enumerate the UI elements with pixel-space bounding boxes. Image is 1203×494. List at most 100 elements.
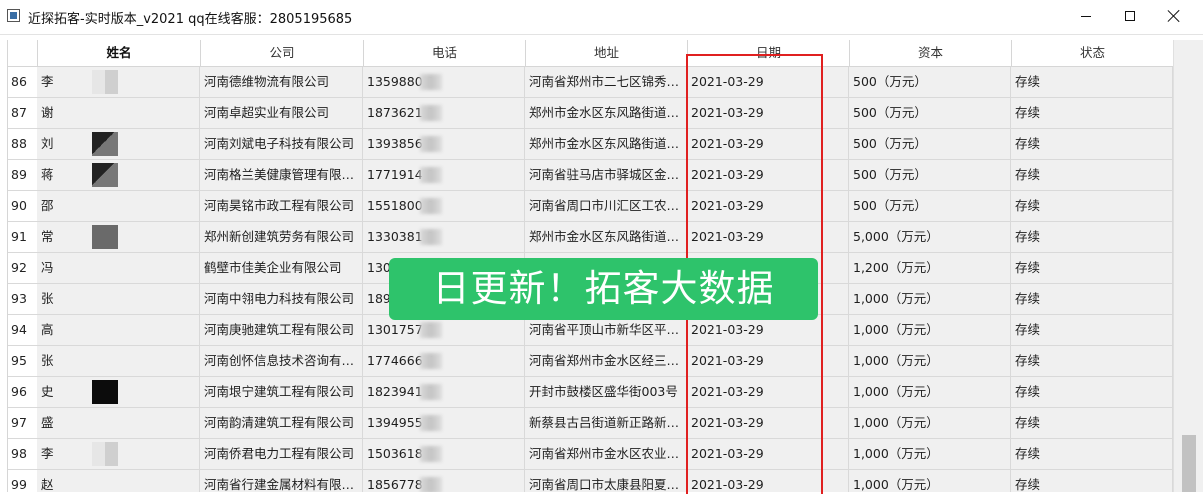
cell-name[interactable]: 刘	[37, 129, 200, 159]
cell-address[interactable]: 河南省驻马店市驿城区金顶...	[525, 160, 687, 190]
cell-address[interactable]: 郑州市金水区东风路街道文...	[525, 98, 687, 128]
cell-name[interactable]: 张	[37, 346, 200, 376]
table-row[interactable]: 91 常 郑州新创建筑劳务有限公司 1330381 3 郑州市金水区东风路街道文... 2…	[8, 222, 1173, 253]
table-row[interactable]: 95 张 河南创怀信息技术咨询有限... 1774666 4 河南省郑州市金水区经三北.…	[8, 346, 1173, 377]
cell-name[interactable]: 谢	[37, 98, 200, 128]
scrollbar-thumb[interactable]	[1182, 435, 1196, 492]
column-header-capital[interactable]: 资本	[850, 40, 1012, 66]
cell-status[interactable]: 存续	[1011, 377, 1173, 407]
cell-phone[interactable]: 1856778 3	[363, 470, 525, 492]
column-header-address[interactable]: 地址	[526, 40, 688, 66]
table-row[interactable]: 90 邵 河南昊铭市政工程有限公司 1551800 9 河南省周口市川汇区工农路... 2…	[8, 191, 1173, 222]
cell-company[interactable]: 河南刘斌电子科技有限公司	[200, 129, 363, 159]
cell-date[interactable]: 2021-03-29	[687, 439, 849, 469]
table-row[interactable]: 86 李 河南德维物流有限公司 1359880 1 河南省郑州市二七区锦秀街... 202…	[8, 67, 1173, 98]
cell-date[interactable]: 2021-03-29	[687, 191, 849, 221]
cell-status[interactable]: 存续	[1011, 470, 1173, 492]
cell-address[interactable]: 河南省周口市太康县阳夏路...	[525, 470, 687, 492]
column-header-name[interactable]: 姓名	[38, 40, 201, 66]
cell-date[interactable]: 2021-03-29	[687, 67, 849, 97]
cell-name[interactable]: 常	[37, 222, 200, 252]
cell-name[interactable]: 邵	[37, 191, 200, 221]
cell-name[interactable]: 李	[37, 67, 200, 97]
cell-name[interactable]: 冯	[37, 253, 200, 283]
cell-status[interactable]: 存续	[1011, 67, 1173, 97]
cell-status[interactable]: 存续	[1011, 408, 1173, 438]
cell-phone[interactable]: 1503618 6	[363, 439, 525, 469]
cell-status[interactable]: 存续	[1011, 284, 1173, 314]
cell-capital[interactable]: 500（万元）	[849, 67, 1011, 97]
cell-phone[interactable]: 1873621 2	[363, 98, 525, 128]
cell-phone[interactable]: 1359880 1	[363, 67, 525, 97]
cell-phone[interactable]: 1393856 3	[363, 129, 525, 159]
close-button[interactable]	[1151, 0, 1197, 32]
cell-name[interactable]: 蒋	[37, 160, 200, 190]
table-row[interactable]: 89 蒋 河南格兰美健康管理有限公司 1771914 2 河南省驻马店市驿城区金顶...…	[8, 160, 1173, 191]
cell-status[interactable]: 存续	[1011, 160, 1173, 190]
cell-phone[interactable]: 1823941 1	[363, 377, 525, 407]
cell-address[interactable]: 河南省郑州市金水区经三北...	[525, 346, 687, 376]
cell-capital[interactable]: 1,000（万元）	[849, 284, 1011, 314]
cell-address[interactable]: 开封市鼓楼区盛华街003号	[525, 377, 687, 407]
cell-capital[interactable]: 500（万元）	[849, 129, 1011, 159]
column-header-company[interactable]: 公司	[201, 40, 364, 66]
cell-name[interactable]: 赵	[37, 470, 200, 492]
cell-address[interactable]: 河南省郑州市金水区农业路...	[525, 439, 687, 469]
cell-name[interactable]: 李	[37, 439, 200, 469]
maximize-button[interactable]	[1107, 0, 1153, 32]
cell-company[interactable]: 河南创怀信息技术咨询有限...	[200, 346, 363, 376]
cell-date[interactable]: 2021-03-29	[687, 470, 849, 492]
vertical-scrollbar[interactable]	[1173, 40, 1203, 492]
cell-name[interactable]: 史	[37, 377, 200, 407]
cell-capital[interactable]: 5,000（万元）	[849, 222, 1011, 252]
cell-company[interactable]: 鹤壁市佳美企业有限公司	[200, 253, 363, 283]
cell-capital[interactable]: 1,000（万元）	[849, 346, 1011, 376]
cell-company[interactable]: 河南侨君电力工程有限公司	[200, 439, 363, 469]
cell-date[interactable]: 2021-03-29	[687, 408, 849, 438]
cell-company[interactable]: 河南省行建金属材料有限公司	[200, 470, 363, 492]
table-row[interactable]: 88 刘 河南刘斌电子科技有限公司 1393856 3 郑州市金水区东风路街道文... 2…	[8, 129, 1173, 160]
cell-phone[interactable]: 1774666 4	[363, 346, 525, 376]
cell-name[interactable]: 盛	[37, 408, 200, 438]
cell-phone[interactable]: 1394955 3	[363, 408, 525, 438]
cell-date[interactable]: 2021-03-29	[687, 346, 849, 376]
cell-status[interactable]: 存续	[1011, 439, 1173, 469]
cell-capital[interactable]: 1,000（万元）	[849, 439, 1011, 469]
cell-status[interactable]: 存续	[1011, 222, 1173, 252]
cell-name[interactable]: 张	[37, 284, 200, 314]
column-header-phone[interactable]: 电话	[364, 40, 526, 66]
cell-capital[interactable]: 1,000（万元）	[849, 408, 1011, 438]
cell-company[interactable]: 河南卓超实业有限公司	[200, 98, 363, 128]
cell-company[interactable]: 河南垠宁建筑工程有限公司	[200, 377, 363, 407]
cell-company[interactable]: 河南庚驰建筑工程有限公司	[200, 315, 363, 345]
cell-address[interactable]: 郑州市金水区东风路街道文...	[525, 222, 687, 252]
table-row[interactable]: 87 谢 河南卓超实业有限公司 1873621 2 郑州市金水区东风路街道文... 202…	[8, 98, 1173, 129]
cell-company[interactable]: 河南德维物流有限公司	[200, 67, 363, 97]
cell-phone[interactable]: 1330381 3	[363, 222, 525, 252]
cell-status[interactable]: 存续	[1011, 191, 1173, 221]
table-row[interactable]: 99 赵 河南省行建金属材料有限公司 1856778 3 河南省周口市太康县阳夏路...…	[8, 470, 1173, 492]
cell-address[interactable]: 河南省周口市川汇区工农路...	[525, 191, 687, 221]
table-row[interactable]: 98 李 河南侨君电力工程有限公司 1503618 6 河南省郑州市金水区农业路... 2…	[8, 439, 1173, 470]
cell-address[interactable]: 河南省郑州市二七区锦秀街...	[525, 67, 687, 97]
cell-status[interactable]: 存续	[1011, 315, 1173, 345]
cell-status[interactable]: 存续	[1011, 129, 1173, 159]
column-header-status[interactable]: 状态	[1012, 40, 1173, 66]
cell-status[interactable]: 存续	[1011, 253, 1173, 283]
cell-company[interactable]: 河南格兰美健康管理有限公司	[200, 160, 363, 190]
cell-phone[interactable]: 1771914 2	[363, 160, 525, 190]
cell-capital[interactable]: 1,000（万元）	[849, 377, 1011, 407]
cell-address[interactable]: 新蔡县古吕街道新正路新城...	[525, 408, 687, 438]
cell-phone[interactable]: 1551800 9	[363, 191, 525, 221]
cell-status[interactable]: 存续	[1011, 98, 1173, 128]
cell-capital[interactable]: 500（万元）	[849, 191, 1011, 221]
cell-capital[interactable]: 1,200（万元）	[849, 253, 1011, 283]
table-row[interactable]: 96 史 河南垠宁建筑工程有限公司 1823941 1 开封市鼓楼区盛华街003号 202…	[8, 377, 1173, 408]
cell-capital[interactable]: 500（万元）	[849, 160, 1011, 190]
column-header-date[interactable]: 日期	[688, 40, 850, 66]
cell-date[interactable]: 2021-03-29	[687, 377, 849, 407]
table-row[interactable]: 97 盛 河南韵清建筑工程有限公司 1394955 3 新蔡县古吕街道新正路新城... 2…	[8, 408, 1173, 439]
cell-address[interactable]: 郑州市金水区东风路街道文...	[525, 129, 687, 159]
cell-capital[interactable]: 1,000（万元）	[849, 470, 1011, 492]
cell-date[interactable]: 2021-03-29	[687, 222, 849, 252]
